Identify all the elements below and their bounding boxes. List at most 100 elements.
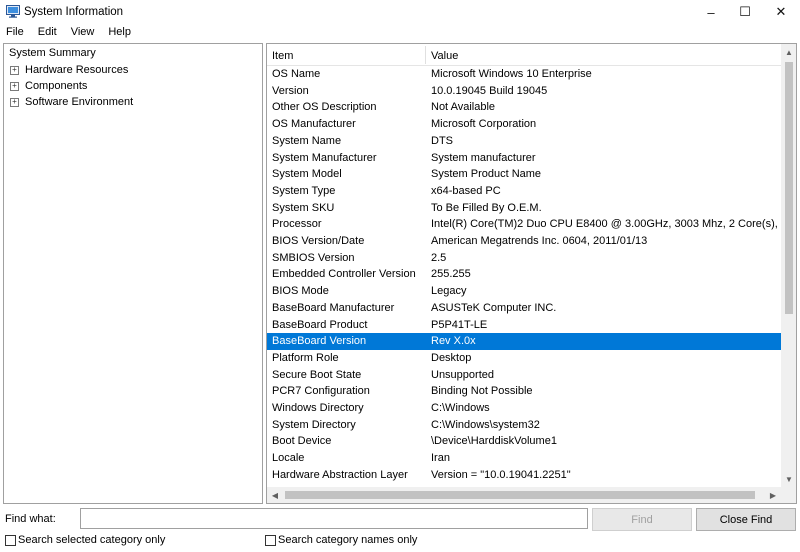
- search-selected-category-checkbox[interactable]: Search selected category only: [5, 534, 165, 546]
- expand-icon[interactable]: +: [10, 81, 19, 91]
- table-row[interactable]: System SKU To Be Filled By O.E.M.: [267, 200, 781, 217]
- find-button[interactable]: Find: [592, 508, 692, 531]
- category-tree[interactable]: System Summary + Hardware Resources + Co…: [3, 43, 263, 504]
- maximize-button[interactable]: ☐: [728, 0, 762, 24]
- row-item: System Manufacturer: [272, 151, 377, 164]
- row-item: Locale: [272, 452, 305, 465]
- find-what-input[interactable]: [80, 508, 588, 529]
- scroll-up-arrow-icon[interactable]: ▲: [781, 44, 796, 60]
- menu-edit[interactable]: Edit: [36, 24, 63, 42]
- row-value: ASUSTeK Computer INC.: [431, 301, 557, 314]
- table-row[interactable]: BIOS Mode Legacy: [267, 283, 781, 300]
- table-row[interactable]: BaseBoard Version Rev X.0x: [267, 333, 781, 350]
- scroll-left-arrow-icon[interactable]: ◀: [267, 487, 283, 503]
- tree-item-hardware-resources[interactable]: + Hardware Resources: [10, 64, 128, 76]
- checkbox-box[interactable]: [5, 534, 16, 546]
- list-header: Item Value: [267, 44, 781, 66]
- menu-file[interactable]: File: [4, 24, 30, 42]
- table-row[interactable]: Embedded Controller Version 255.255: [267, 266, 781, 283]
- close-button[interactable]: ✕: [764, 0, 798, 24]
- expand-icon[interactable]: +: [10, 97, 19, 107]
- row-item: Secure Boot State: [272, 368, 362, 381]
- details-list[interactable]: Item Value OS Name Microsoft Windows 10 E…: [266, 43, 797, 504]
- row-value: Microsoft Windows 10 Enterprise: [431, 68, 592, 80]
- table-row[interactable]: Locale Iran: [267, 450, 781, 467]
- search-category-names-checkbox[interactable]: Search category names only: [265, 534, 417, 546]
- row-item: BaseBoard Product: [272, 318, 368, 331]
- table-row[interactable]: OS Manufacturer Microsoft Corporation: [267, 116, 781, 133]
- table-row[interactable]: Hardware Abstraction Layer Version = "10.…: [267, 467, 781, 484]
- row-item: BIOS Version/Date: [272, 235, 365, 247]
- table-row[interactable]: User NameDTS\Datisnetwork: [267, 484, 781, 485]
- table-row[interactable]: Secure Boot State Unsupported: [267, 367, 781, 384]
- row-item: PCR7 Configuration: [272, 385, 370, 398]
- menu-help[interactable]: Help: [106, 24, 137, 42]
- table-row[interactable]: System Name DTS: [267, 133, 781, 150]
- row-value: C:\Windows: [431, 402, 490, 414]
- scrollbar-corner: [781, 487, 796, 503]
- menu-view[interactable]: View: [69, 24, 101, 42]
- row-value: Unsupported: [431, 368, 494, 381]
- row-item: OS Name: [272, 68, 321, 80]
- table-row[interactable]: System Model System Product Name: [267, 166, 781, 183]
- expand-icon[interactable]: +: [10, 65, 19, 75]
- row-item: Other OS Description: [272, 101, 377, 114]
- row-value: Version = "10.0.19041.2251": [431, 468, 571, 481]
- menu-bar: File Edit View Help: [0, 24, 800, 42]
- checkbox-label: Search category names only: [278, 534, 418, 546]
- row-value: DTS: [431, 134, 453, 147]
- row-value: x64-based PC: [431, 184, 501, 197]
- checkbox-box[interactable]: [265, 534, 276, 546]
- horizontal-scroll-thumb[interactable]: [285, 491, 755, 499]
- horizontal-scrollbar[interactable]: ◀ ▶: [267, 487, 781, 503]
- table-row[interactable]: Processor Intel(R) Core(TM)2 Duo CPU E840…: [267, 216, 781, 233]
- row-value: 2.5: [431, 251, 447, 264]
- tree-item-software-environment[interactable]: + Software Environment: [10, 96, 133, 108]
- row-item: Processor: [272, 218, 322, 231]
- tree-item-components[interactable]: + Components: [10, 80, 87, 92]
- row-value: System manufacturer: [431, 151, 536, 164]
- row-value: Rev X.0x: [431, 335, 476, 348]
- table-row[interactable]: OS Name Microsoft Windows 10 Enterprise: [267, 66, 781, 83]
- window-title: System Information: [24, 6, 124, 18]
- table-row[interactable]: Windows Directory C:\Windows: [267, 400, 781, 417]
- table-row[interactable]: Boot Device \Device\HarddiskVolume1: [267, 433, 781, 450]
- tree-item-system-summary[interactable]: System Summary: [9, 47, 96, 59]
- row-item: Embedded Controller Version: [272, 268, 416, 281]
- row-item: Hardware Abstraction Layer: [272, 468, 408, 481]
- system-information-icon: [6, 5, 20, 18]
- column-header-value[interactable]: Value: [431, 50, 458, 62]
- scroll-right-arrow-icon[interactable]: ▶: [765, 487, 781, 503]
- row-value: Iran: [431, 452, 450, 465]
- row-value: Intel(R) Core(TM)2 Duo CPU E8400 @ 3.00G…: [431, 218, 781, 231]
- table-row[interactable]: System Manufacturer System manufacturer: [267, 150, 781, 167]
- table-row[interactable]: SMBIOS Version 2.5: [267, 250, 781, 267]
- table-row[interactable]: Other OS Description Not Available: [267, 99, 781, 116]
- row-item: BIOS Mode: [272, 285, 329, 298]
- table-row[interactable]: Version 10.0.19045 Build 19045: [267, 83, 781, 100]
- scroll-down-arrow-icon[interactable]: ▼: [781, 471, 796, 487]
- row-item: BaseBoard Version: [272, 335, 367, 348]
- table-row[interactable]: PCR7 Configuration Binding Not Possible: [267, 383, 781, 400]
- row-value: To Be Filled By O.E.M.: [431, 201, 542, 214]
- row-value: P5P41T-LE: [431, 318, 488, 331]
- table-row[interactable]: BaseBoard Manufacturer ASUSTeK Computer I…: [267, 300, 781, 317]
- column-header-item[interactable]: Item: [272, 50, 293, 62]
- close-find-button[interactable]: Close Find: [696, 508, 796, 531]
- table-row[interactable]: Platform Role Desktop: [267, 350, 781, 367]
- tree-item-label: Components: [25, 80, 88, 92]
- column-divider[interactable]: [425, 46, 426, 64]
- row-value: Desktop: [431, 351, 472, 364]
- list-rows: OS Name Microsoft Windows 10 Enterprise Ve…: [267, 66, 781, 484]
- table-row[interactable]: System Directory C:\Windows\system32: [267, 417, 781, 434]
- vertical-scroll-thumb[interactable]: [785, 62, 793, 314]
- minimize-button[interactable]: –: [694, 0, 728, 24]
- vertical-scrollbar[interactable]: ▲ ▼: [781, 44, 796, 487]
- table-row[interactable]: BaseBoard Product P5P41T-LE: [267, 317, 781, 334]
- table-row[interactable]: BIOS Version/Date American Megatrends Inc…: [267, 233, 781, 250]
- row-value: 255.255: [431, 268, 471, 281]
- row-item: Windows Directory: [272, 402, 364, 414]
- row-item: System Directory: [272, 418, 356, 431]
- tree-item-label: Software Environment: [25, 96, 134, 108]
- table-row[interactable]: System Type x64-based PC: [267, 183, 781, 200]
